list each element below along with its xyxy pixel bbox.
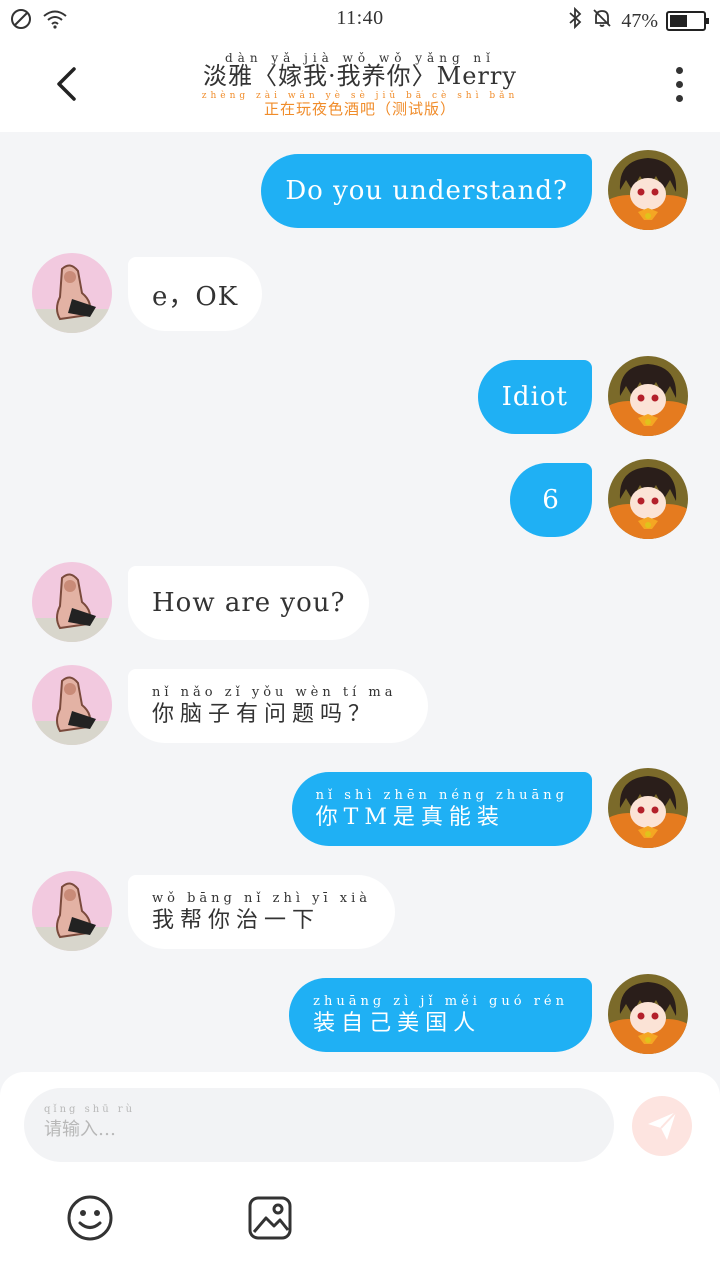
more-vertical-icon	[675, 66, 683, 74]
chat-title-block: dàn yǎ jià wǒ wǒ yǎng nǐ 淡雅〈嫁我·我养你〉Merry…	[110, 51, 610, 119]
contact-avatar[interactable]	[32, 665, 112, 745]
battery-icon	[666, 11, 709, 31]
more-options-button[interactable]	[664, 62, 694, 106]
message-bubble[interactable]: nǐ shì zhēn néng zhuāng 你TM是真能装	[291, 772, 592, 846]
chat-title: dàn yǎ jià wǒ wǒ yǎng nǐ 淡雅〈嫁我·我养你〉Merry	[110, 51, 610, 91]
message-pinyin: zhuāng zì jǐ měi guó rén	[313, 993, 568, 1009]
message-pinyin: nǐ nǎo zǐ yǒu wèn tí ma	[152, 684, 397, 700]
image-icon	[248, 1196, 292, 1240]
message-text-block: wǒ bāng nǐ zhì yī xià 我帮你治一下	[152, 891, 371, 934]
send-icon	[648, 1111, 677, 1140]
message-pinyin: nǐ shì zhēn néng zhuāng	[315, 787, 568, 803]
message-input-placeholder: 请输入…	[44, 1119, 116, 1140]
my-avatar[interactable]	[608, 768, 688, 848]
message-text: How are you?	[152, 588, 346, 618]
my-avatar[interactable]	[608, 150, 688, 230]
message-row: zhuāng zì jǐ měi guó rén 装自己美国人	[0, 970, 720, 1056]
message-bubble[interactable]: nǐ nǎo zǐ yǒu wèn tí ma 你脑子有问题吗？	[128, 669, 428, 743]
message-list[interactable]: Do you understand? e，OK Idiot 6 How are …	[0, 132, 720, 1072]
message-text-block: zhuāng zì jǐ měi guó rén 装自己美国人	[313, 994, 568, 1037]
contact-avatar[interactable]	[32, 871, 112, 951]
message-row: How are you?	[0, 558, 720, 644]
mute-bell-icon	[591, 7, 613, 35]
my-avatar[interactable]	[608, 459, 688, 539]
message-text: Idiot	[501, 382, 568, 412]
chat-title-text: 淡雅〈嫁我·我养你〉Merry	[203, 62, 517, 91]
contact-avatar[interactable]	[32, 562, 112, 642]
message-row: wǒ bāng nǐ zhì yī xià 我帮你治一下	[0, 867, 720, 953]
message-input[interactable]: qǐng shū rù 请输入…	[24, 1088, 614, 1162]
chat-header: dàn yǎ jià wǒ wǒ yǎng nǐ 淡雅〈嫁我·我养你〉Merry…	[0, 36, 720, 132]
emoji-button[interactable]	[66, 1194, 114, 1242]
chat-subtitle-text: 正在玩夜色酒吧（测试版）	[263, 100, 456, 119]
message-text-block: nǐ shì zhēn néng zhuāng 你TM是真能装	[316, 788, 568, 831]
status-bar: 11:40 47%	[0, 0, 720, 36]
message-bubble[interactable]: How are you?	[128, 566, 370, 640]
message-pinyin: wǒ bāng nǐ zhì yī xià	[152, 890, 372, 906]
message-row: 6	[0, 455, 720, 541]
message-text: e，OK	[152, 281, 239, 312]
emoji-icon	[67, 1195, 113, 1241]
send-button[interactable]	[632, 1096, 692, 1156]
message-row: Idiot	[0, 352, 720, 438]
my-avatar[interactable]	[608, 974, 688, 1054]
message-bubble[interactable]: zhuāng zì jǐ měi guó rén 装自己美国人	[289, 978, 592, 1052]
chat-subtitle: zhèng zài wán yè sè jiǔ bā cè shì bǎn 正在…	[110, 91, 610, 119]
image-button[interactable]	[246, 1194, 294, 1242]
message-bubble[interactable]: wǒ bāng nǐ zhì yī xià 我帮你治一下	[128, 875, 396, 949]
back-chevron-icon	[57, 67, 76, 101]
message-text: 6	[542, 485, 560, 515]
message-bubble[interactable]: Idiot	[477, 360, 592, 434]
message-text: 装自己美国人	[313, 1010, 482, 1036]
message-text: 你TM是真能装	[315, 804, 505, 830]
message-text-block: nǐ nǎo zǐ yǒu wèn tí ma 你脑子有问题吗？	[152, 685, 396, 728]
message-text: Do you understand?	[285, 176, 568, 206]
message-row: nǐ shì zhēn néng zhuāng 你TM是真能装	[0, 764, 720, 850]
message-input-placeholder-pinyin: qǐng shū rù	[44, 1104, 136, 1115]
message-row: Do you understand?	[0, 146, 720, 232]
composer: qǐng shū rù 请输入…	[0, 1072, 720, 1280]
message-text: 我帮你治一下	[152, 907, 321, 933]
contact-avatar[interactable]	[32, 253, 112, 333]
battery-fill	[670, 15, 687, 27]
message-row: nǐ nǎo zǐ yǒu wèn tí ma 你脑子有问题吗？	[0, 661, 720, 747]
message-bubble[interactable]: e，OK	[128, 257, 263, 331]
message-bubble[interactable]: Do you understand?	[261, 154, 592, 228]
message-row: e，OK	[0, 249, 720, 335]
back-button[interactable]	[44, 62, 88, 106]
bluetooth-icon	[567, 6, 583, 35]
my-avatar[interactable]	[608, 356, 688, 436]
message-bubble[interactable]: 6	[510, 463, 592, 537]
battery-percent: 47%	[621, 9, 658, 32]
message-text: 你脑子有问题吗？	[152, 701, 377, 727]
